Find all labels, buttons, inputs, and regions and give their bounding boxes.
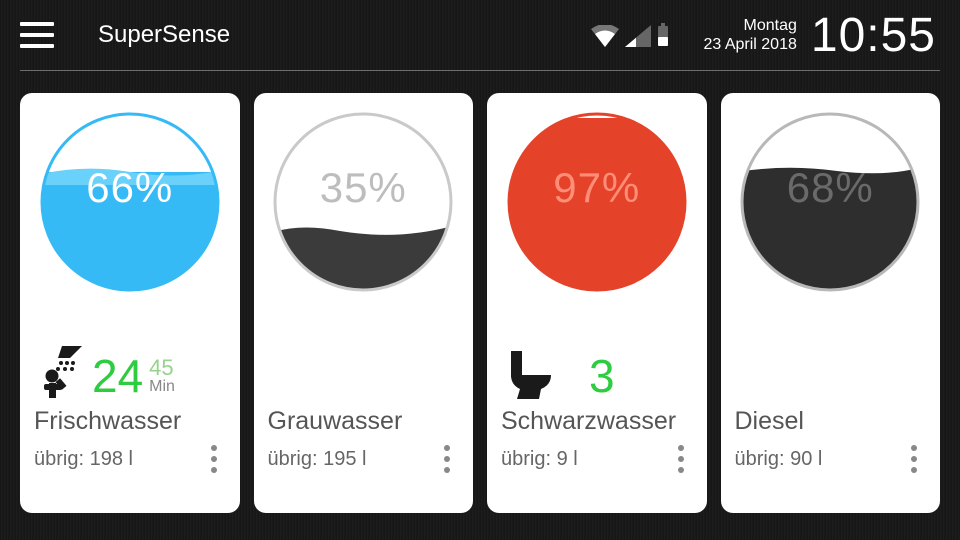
remaining: übrig: 9 l — [501, 448, 578, 471]
shower-sub: 45 Min — [149, 357, 175, 395]
extra-row: 3 — [501, 329, 693, 399]
gauge: 66% — [37, 109, 223, 295]
card-title: Schwarzwasser — [501, 407, 693, 436]
toilet-count: 3 — [589, 353, 615, 399]
full-date: 23 April 2018 — [703, 35, 796, 54]
card-title: Frischwasser — [34, 407, 226, 436]
card-diesel[interactable]: 68% Diesel übrig: 90 l — [721, 93, 941, 513]
top-bar: SuperSense Montag 23 April 2018 10:55 — [0, 0, 960, 70]
gauge-percent: 66% — [37, 109, 223, 295]
card-grauwasser[interactable]: 35% Grauwasser übrig: 195 l — [254, 93, 474, 513]
card-menu-button[interactable] — [435, 442, 459, 476]
wifi-icon — [591, 25, 619, 47]
shower-icon — [38, 343, 86, 399]
toilet-icon — [505, 351, 557, 399]
app-title: SuperSense — [98, 21, 230, 49]
menu-button[interactable] — [20, 22, 54, 48]
card-menu-button[interactable] — [669, 442, 693, 476]
clock: 10:55 — [811, 8, 936, 63]
card-title: Grauwasser — [268, 407, 460, 436]
battery-icon — [657, 23, 669, 47]
gauge-percent: 97% — [504, 109, 690, 295]
card-menu-button[interactable] — [202, 442, 226, 476]
weekday: Montag — [703, 16, 796, 35]
shower-minutes: 24 — [92, 353, 143, 399]
remaining: übrig: 195 l — [268, 448, 367, 471]
remaining: übrig: 90 l — [735, 448, 823, 471]
datetime: Montag 23 April 2018 10:55 — [703, 8, 936, 63]
date: Montag 23 April 2018 — [703, 16, 796, 54]
remaining: übrig: 198 l — [34, 448, 133, 471]
card-frischwasser[interactable]: 66% 24 45 Min Frischwasser — [20, 93, 240, 513]
card-title: Diesel — [735, 407, 927, 436]
card-grid: 66% 24 45 Min Frischwasser — [0, 71, 960, 513]
status-icons — [591, 23, 669, 47]
gauge: 35% — [270, 109, 456, 295]
gauge: 97% — [504, 109, 690, 295]
gauge: 68% — [737, 109, 923, 295]
gauge-percent: 35% — [270, 109, 456, 295]
card-menu-button[interactable] — [902, 442, 926, 476]
card-schwarzwasser[interactable]: 97% 3 Schwarzwasser übrig: 9 l — [487, 93, 707, 513]
extra-row: 24 45 Min — [34, 329, 226, 399]
gauge-percent: 68% — [737, 109, 923, 295]
cell-signal-icon — [625, 25, 651, 47]
